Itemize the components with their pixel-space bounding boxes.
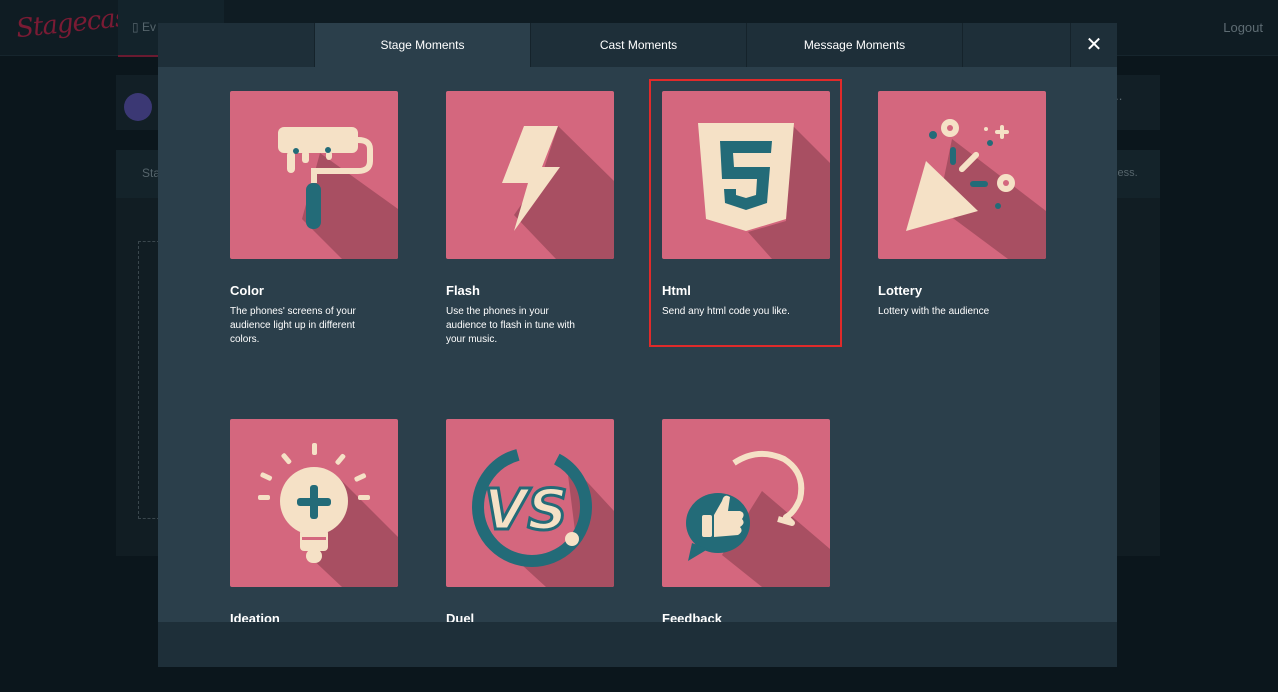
tile-title: Color: [230, 283, 264, 298]
moment-tile-color[interactable]: Color The phones' screens of your audien…: [230, 91, 398, 347]
tile-description: Lottery with the audience: [878, 306, 990, 317]
thumbs-up-chat-icon: [662, 419, 830, 587]
modal-tabbar: Stage Moments Cast Moments Message Momen…: [158, 23, 1117, 67]
tile-description: The phones' screens of your audience lig…: [230, 306, 356, 345]
moments-modal: Stage Moments Cast Moments Message Momen…: [158, 23, 1117, 667]
tab-stage-moments[interactable]: Stage Moments: [314, 23, 530, 67]
tile-title: Flash: [446, 283, 480, 298]
logout-link[interactable]: Logout: [1223, 20, 1263, 35]
paint-roller-icon: [230, 91, 398, 259]
tile-description: Use the phones in your audience to flash…: [446, 306, 575, 345]
moment-tile-feedback[interactable]: Feedback: [662, 419, 830, 633]
moment-tile-flash[interactable]: Flash Use the phones in your audience to…: [446, 91, 614, 347]
nav-tab-label: Ev: [141, 20, 156, 34]
modal-footer: [158, 622, 1117, 667]
tab-spacer: [962, 23, 1070, 67]
moment-tile-lottery[interactable]: Lottery Lottery with the audience: [878, 91, 1046, 319]
lightbulb-icon: [230, 419, 398, 587]
moment-tile-duel[interactable]: VS Duel: [446, 419, 614, 633]
tab-message-moments[interactable]: Message Moments: [746, 23, 962, 67]
moment-tile-ideation[interactable]: Ideation: [230, 419, 398, 633]
selected-tile-outline: [649, 79, 842, 347]
close-icon[interactable]: ✕: [1070, 23, 1117, 67]
map-icon: ▯: [132, 20, 142, 34]
party-popper-icon: [878, 91, 1046, 259]
tile-title: Lottery: [878, 283, 923, 298]
lightning-icon: [446, 91, 614, 259]
svg-text:VS: VS: [484, 478, 568, 543]
versus-icon: VS: [446, 419, 614, 587]
event-avatar: [124, 93, 152, 121]
tab-cast-moments[interactable]: Cast Moments: [530, 23, 746, 67]
